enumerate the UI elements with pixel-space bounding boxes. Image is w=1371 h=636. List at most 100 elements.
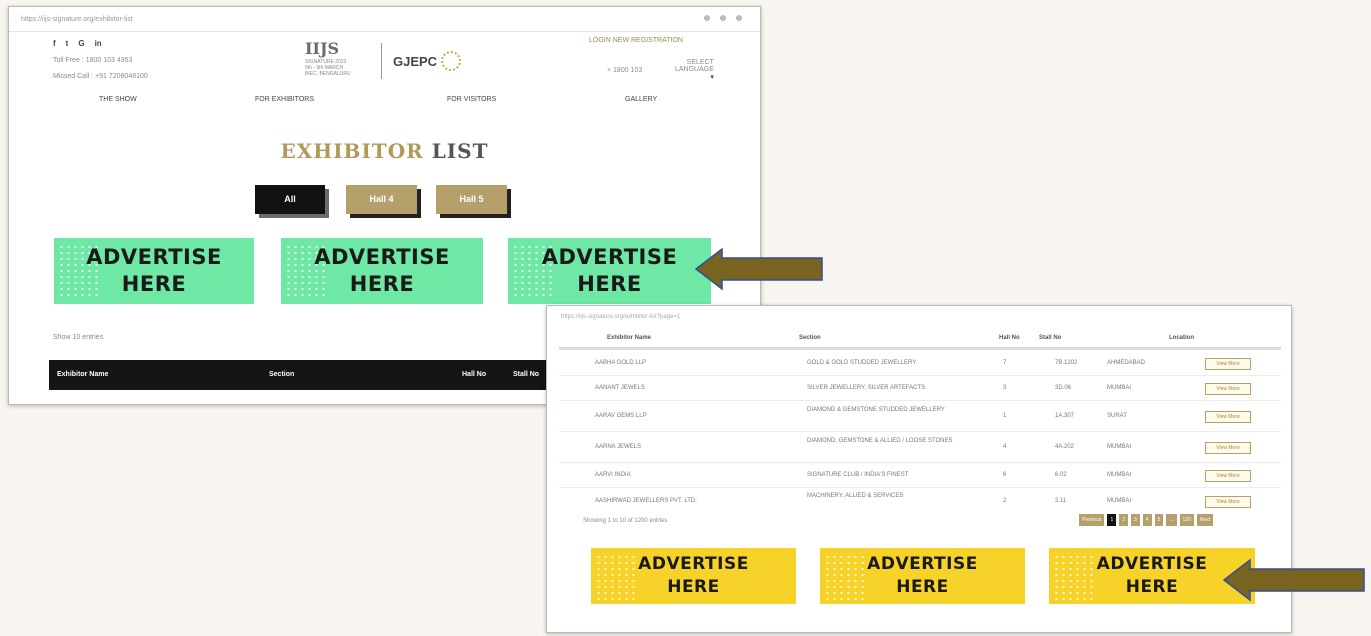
cell-location: AHMEDABAD bbox=[1107, 360, 1146, 366]
nav-for-visitors[interactable]: FOR VISITORS bbox=[447, 96, 496, 103]
cell-name: AABHA GOLD LLP bbox=[595, 360, 647, 366]
col-section[interactable]: Section bbox=[799, 335, 821, 341]
col-stall-no[interactable]: Stall No bbox=[1039, 335, 1061, 341]
cell-stall: 1A.307 bbox=[1055, 413, 1075, 419]
view-more-button[interactable]: View More bbox=[1205, 383, 1251, 395]
ad-line2: HERE bbox=[577, 272, 642, 296]
col-exhibitor-name[interactable]: Exhibitor Name bbox=[607, 335, 651, 341]
google-icon[interactable]: G bbox=[78, 39, 84, 48]
exhibitor-table-header: Exhibitor Name Section Hall No Stall No … bbox=[559, 328, 1281, 350]
advertise-banner-2[interactable]: ADVERTISE HERE bbox=[281, 238, 483, 304]
ad-line1: ADVERTISE bbox=[638, 554, 749, 574]
view-more-button[interactable]: View More bbox=[1205, 411, 1251, 423]
missed-call-number[interactable]: +91 7208048100 bbox=[95, 73, 148, 80]
pager-page-3[interactable]: 3 bbox=[1131, 514, 1140, 526]
cell-stall: 2.11 bbox=[1055, 498, 1067, 504]
view-more-button[interactable]: View More bbox=[1205, 496, 1251, 508]
ad-line2: HERE bbox=[896, 577, 949, 597]
pager-last[interactable]: 120 bbox=[1179, 514, 1194, 526]
language-line1: SELECT bbox=[686, 59, 714, 66]
cell-hall: 1 bbox=[1003, 413, 1007, 419]
ad-line1: ADVERTISE bbox=[1096, 554, 1208, 574]
pager-page-4[interactable]: 4 bbox=[1142, 514, 1152, 526]
maximize-icon[interactable] bbox=[720, 15, 726, 21]
cell-section: MACHINERY, ALLIED & SERVICES bbox=[807, 493, 904, 499]
col-section[interactable]: Section bbox=[269, 371, 294, 378]
col-location[interactable]: Location bbox=[1169, 335, 1194, 341]
filter-hall-4-button[interactable]: Hall 4 bbox=[346, 185, 417, 214]
language-line2: LANGUAGE bbox=[675, 66, 714, 73]
iijs-logo-subtext: SIGNATURE 2023 5th - 9th MARCH BIEC, BEN… bbox=[305, 59, 351, 77]
toll-free-number[interactable]: 1800 103 4353 bbox=[86, 57, 133, 64]
ad-line1: ADVERTISE bbox=[86, 245, 222, 269]
advertise-banner-1[interactable]: ADVERTISE HERE bbox=[54, 238, 254, 304]
pager-page-1[interactable]: 1 bbox=[1107, 514, 1117, 526]
minimize-icon[interactable] bbox=[704, 15, 710, 21]
gjepc-text: GJEPC bbox=[393, 53, 438, 69]
login-register-links[interactable]: LOGIN NEW REGISTRATION bbox=[589, 37, 683, 44]
cell-location: MUMBAI bbox=[1107, 385, 1131, 391]
filter-all-button[interactable]: All bbox=[255, 185, 325, 214]
cell-section: GOLD & GOLD STUDDED JEWELLERY bbox=[807, 360, 917, 366]
gjepc-logo[interactable]: GJEPC bbox=[393, 51, 462, 71]
table-row: AASHIRWAD JEWELLERS PVT. LTD. MACHINERY,… bbox=[559, 489, 1281, 515]
logo-divider bbox=[381, 43, 382, 79]
advertise-banner-2[interactable]: ADVERTISE HERE bbox=[820, 548, 1025, 604]
table-row: AARAV GEMS LLP DIAMOND & GEMSTONE STUDDE… bbox=[559, 402, 1281, 432]
col-hall-no[interactable]: Hall No bbox=[462, 371, 486, 378]
view-more-button[interactable]: View More bbox=[1205, 442, 1251, 454]
language-selector[interactable]: SELECT LANGUAGE ▾ bbox=[675, 59, 714, 81]
pager-page-2[interactable]: 2 bbox=[1119, 514, 1129, 526]
cell-name: AARNA JEWELS bbox=[595, 444, 642, 450]
cell-hall: 4 bbox=[1003, 444, 1007, 450]
showing-entries-text: Showing 1 to 10 of 1200 entries bbox=[583, 518, 668, 524]
col-stall-no[interactable]: Stall No bbox=[513, 371, 539, 378]
advertise-banner-1[interactable]: ADVERTISE HERE bbox=[591, 548, 796, 604]
col-hall-no[interactable]: Hall No bbox=[999, 335, 1020, 341]
gjepc-emblem-icon bbox=[441, 51, 462, 71]
pagination: Previous 1 2 3 4 5 ... 120 Next bbox=[1079, 514, 1214, 526]
header-phone: + 1800 103 bbox=[607, 67, 643, 74]
pager-page-5[interactable]: 5 bbox=[1154, 514, 1164, 526]
browser-url-bar[interactable]: https://iijs-signature.org/exhibitor-lis… bbox=[9, 7, 760, 32]
advertise-banner-3[interactable]: ADVERTISE HERE bbox=[508, 238, 711, 304]
iijs-logo[interactable]: IIJS bbox=[305, 39, 339, 58]
cell-location: MUMBAI bbox=[1107, 444, 1131, 450]
exhibitor-list-page-screenshot-bottom: https://iijs-signature.org/exhibitor-lis… bbox=[546, 305, 1292, 633]
ad-line2: HERE bbox=[121, 272, 187, 296]
toll-free-row: Toll Free : 1800 103 4353 bbox=[53, 57, 132, 64]
table-row: AANANT JEWELS SILVER JEWELLERY, SILVER A… bbox=[559, 377, 1281, 401]
cell-stall: 7B.1202 bbox=[1055, 360, 1078, 366]
col-exhibitor-name[interactable]: Exhibitor Name bbox=[57, 371, 108, 378]
main-nav: THE SHOW FOR EXHIBITORS FOR VISITORS GAL… bbox=[9, 96, 760, 112]
url-text: https://iijs-signature.org/exhibitor-lis… bbox=[561, 314, 681, 320]
nav-the-show[interactable]: THE SHOW bbox=[99, 96, 137, 103]
filter-hall-5-button[interactable]: Hall 5 bbox=[436, 185, 507, 214]
facebook-icon[interactable]: f bbox=[53, 39, 56, 48]
linkedin-icon[interactable]: in bbox=[95, 39, 102, 48]
close-icon[interactable] bbox=[736, 15, 742, 21]
nav-gallery[interactable]: GALLERY bbox=[625, 96, 657, 103]
arrow-left-icon bbox=[694, 247, 823, 291]
pager-next[interactable]: Next bbox=[1196, 514, 1214, 526]
nav-for-exhibitors[interactable]: FOR EXHIBITORS bbox=[255, 96, 314, 103]
cell-location: SURAT bbox=[1107, 413, 1127, 419]
browser-url-bar[interactable]: https://iijs-signature.org/exhibitor-lis… bbox=[547, 306, 1291, 326]
missed-call-row: Missed Call : +91 7208048100 bbox=[53, 73, 148, 80]
cell-stall: 4A.202 bbox=[1055, 444, 1075, 450]
cell-name: AASHIRWAD JEWELLERS PVT. LTD. bbox=[595, 498, 697, 504]
cell-hall: 7 bbox=[1003, 360, 1007, 366]
pager-previous[interactable]: Previous bbox=[1079, 514, 1105, 526]
title-part1: EXHIBITOR bbox=[280, 139, 424, 163]
toll-free-label: Toll Free : bbox=[53, 57, 84, 64]
chevron-down-icon: ▾ bbox=[710, 74, 714, 81]
advertise-banner-3[interactable]: ADVERTISE HERE bbox=[1049, 548, 1255, 604]
page-title: EXHIBITOR LIST bbox=[9, 139, 760, 163]
browser-controls bbox=[704, 15, 742, 21]
view-more-button[interactable]: View More bbox=[1205, 358, 1251, 370]
twitter-icon[interactable]: t bbox=[66, 39, 69, 48]
cell-hall: 3 bbox=[1003, 385, 1007, 391]
show-entries-control[interactable]: Show 10 entries bbox=[53, 334, 103, 341]
ad-line2: HERE bbox=[349, 272, 415, 296]
view-more-button[interactable]: View More bbox=[1205, 470, 1251, 482]
